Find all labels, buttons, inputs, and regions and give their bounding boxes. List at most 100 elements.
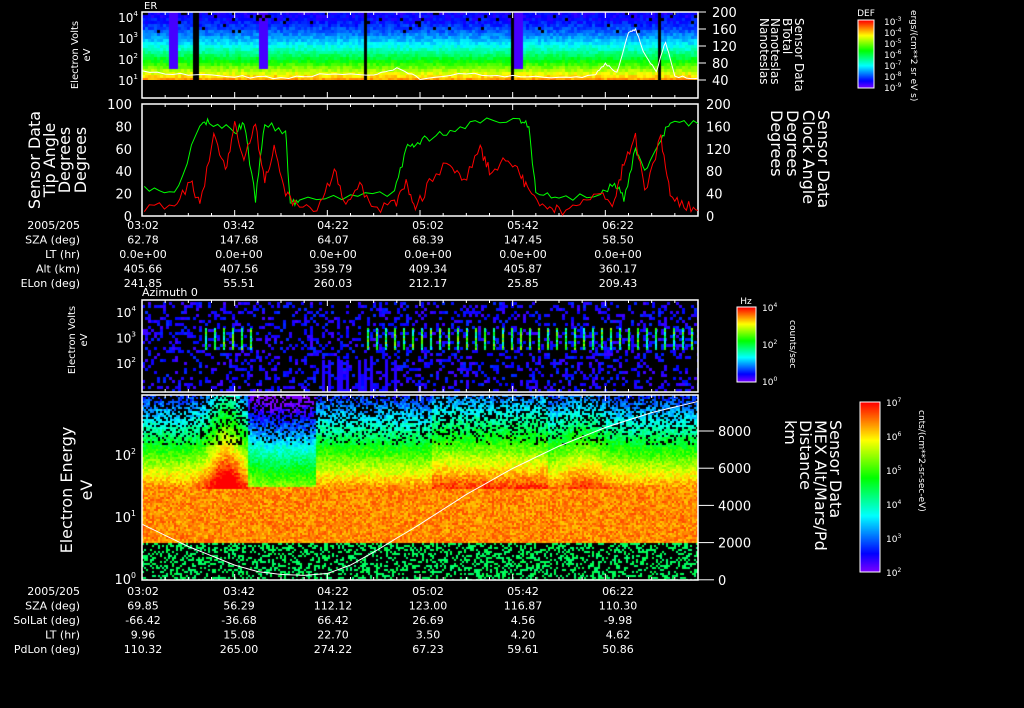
tick-base: 10 xyxy=(884,29,896,39)
tick-exponent: 0 xyxy=(131,571,136,580)
tip-angle-line xyxy=(143,121,699,217)
tick-base: 10 xyxy=(886,399,898,409)
flux-colorbar-frame xyxy=(859,401,881,573)
ephem-value: 0.0e+00 xyxy=(119,248,166,261)
right-tick-label: 80 xyxy=(712,57,729,72)
right-tick-label: 160 xyxy=(712,23,737,38)
right-tick-label: 160 xyxy=(706,120,731,135)
ephem-header: 2005/205 xyxy=(27,219,80,232)
right-tick-label: 0 xyxy=(706,210,714,225)
ephem-value: 4.56 xyxy=(511,614,536,627)
ephem-value: 55.51 xyxy=(223,277,255,290)
left-tick-label: 60 xyxy=(115,143,132,158)
tick-exponent: 4 xyxy=(897,499,901,506)
ephem-value: 147.68 xyxy=(220,234,259,247)
btotal-line xyxy=(141,27,699,81)
colorbar-tick-label: 102 xyxy=(886,567,901,579)
tick-base: 10 xyxy=(116,357,131,371)
tick-base: 10 xyxy=(884,84,896,94)
ephem-value: 260.03 xyxy=(314,277,353,290)
time-label: 03:42 xyxy=(223,585,255,598)
ephem-value: 405.66 xyxy=(124,263,163,276)
tick-base: 10 xyxy=(884,18,896,28)
right-tick-label: 2000 xyxy=(718,537,751,552)
right-tick-label: 0 xyxy=(718,574,726,589)
tick-exponent: 2 xyxy=(133,51,138,60)
time-label: 04:22 xyxy=(317,219,349,232)
tick-exponent: -8 xyxy=(895,71,901,78)
left-tick-label: 20 xyxy=(115,188,132,203)
ephem-header: 2005/205 xyxy=(27,585,80,598)
ephem-value: 405.87 xyxy=(504,263,543,276)
ephem-value: 0.0e+00 xyxy=(404,248,451,261)
ephem-row-label: SolLat (deg) xyxy=(13,614,80,627)
y-tick-label: 102 xyxy=(118,51,138,67)
tick-base: 10 xyxy=(114,511,131,526)
left-tick-label: 100 xyxy=(107,98,132,113)
right-tick-label: 6000 xyxy=(718,462,751,477)
tick-exponent: 0 xyxy=(773,376,777,383)
ephem-value: 67.23 xyxy=(412,643,444,656)
plot-figure: ER 104 103 102 101 200 160 120 80 40 Electron Volt… xyxy=(0,0,1024,708)
panel1-frame xyxy=(141,11,699,99)
tick-base: 10 xyxy=(886,467,898,477)
tick-base: 10 xyxy=(884,62,896,72)
tick-base: 10 xyxy=(118,11,133,25)
left-tick-label: 40 xyxy=(115,165,132,180)
time-label: 05:42 xyxy=(507,585,539,598)
tick-base: 10 xyxy=(762,341,774,351)
ephem-value: -9.98 xyxy=(604,614,632,627)
y-tick-label: 103 xyxy=(116,330,136,346)
ephem-row-label: SZA (deg) xyxy=(25,600,80,613)
right-tick-label: 200 xyxy=(706,98,731,113)
panel1-y-label: eV xyxy=(82,48,93,61)
colorbar-tick-label: 10-9 xyxy=(884,82,902,94)
colorbar-tick-label: 100 xyxy=(762,376,777,388)
tick-exponent: 3 xyxy=(131,330,136,339)
ephem-row-label: PdLon (deg) xyxy=(14,643,80,656)
tick-base: 10 xyxy=(762,304,774,314)
ephem-value: 4.62 xyxy=(606,629,631,642)
hz-colorbar-title: Hz xyxy=(740,297,752,307)
tick-base: 10 xyxy=(114,573,131,588)
tick-exponent: -5 xyxy=(895,38,901,45)
tick-base: 10 xyxy=(886,535,898,545)
ephem-value: 123.00 xyxy=(409,600,448,613)
ephem-value: 64.07 xyxy=(317,234,349,247)
ephem-value: 58.50 xyxy=(602,234,634,247)
right-tick-label: 40 xyxy=(712,74,729,89)
ephem-value: 209.43 xyxy=(599,277,638,290)
ephem-value: 66.42 xyxy=(317,614,349,627)
tick-exponent: -6 xyxy=(895,49,901,56)
tick-base: 10 xyxy=(886,569,898,579)
ephem-value: 68.39 xyxy=(412,234,444,247)
left-tick-label: 80 xyxy=(115,120,132,135)
hz-colorbar-frame xyxy=(736,306,757,383)
ephem-row-label: LT (hr) xyxy=(45,629,80,642)
ephem-value: 407.56 xyxy=(220,263,259,276)
tick-exponent: 3 xyxy=(897,533,901,540)
tip-angle-label: Degrees xyxy=(71,127,90,194)
tick-exponent: 3 xyxy=(133,30,138,39)
ephem-value: 359.79 xyxy=(314,263,353,276)
panel3-y-label: eV xyxy=(79,333,90,346)
ephem-value: 69.85 xyxy=(127,600,159,613)
panel4-right-label: km xyxy=(781,420,800,445)
tick-exponent: 5 xyxy=(897,465,901,472)
ephem-value: 22.70 xyxy=(317,629,349,642)
tick-base: 10 xyxy=(118,32,133,46)
tick-base: 10 xyxy=(118,74,133,88)
tick-exponent: -3 xyxy=(895,16,901,23)
panel3-frame xyxy=(141,299,699,393)
colorbar-tick-label: 104 xyxy=(762,302,777,314)
tick-exponent: 2 xyxy=(131,447,136,456)
y-tick-label: 104 xyxy=(118,9,138,25)
tick-exponent: 2 xyxy=(897,567,901,574)
clock-angle-label: Degrees xyxy=(767,110,786,177)
tick-base: 10 xyxy=(116,332,131,346)
tick-base: 10 xyxy=(884,51,896,61)
ephem-row-label: Alt (km) xyxy=(36,263,80,276)
panel3-title: Azimuth 0 xyxy=(142,286,198,299)
ephem-value: 116.87 xyxy=(504,600,543,613)
tick-base: 10 xyxy=(116,306,131,320)
